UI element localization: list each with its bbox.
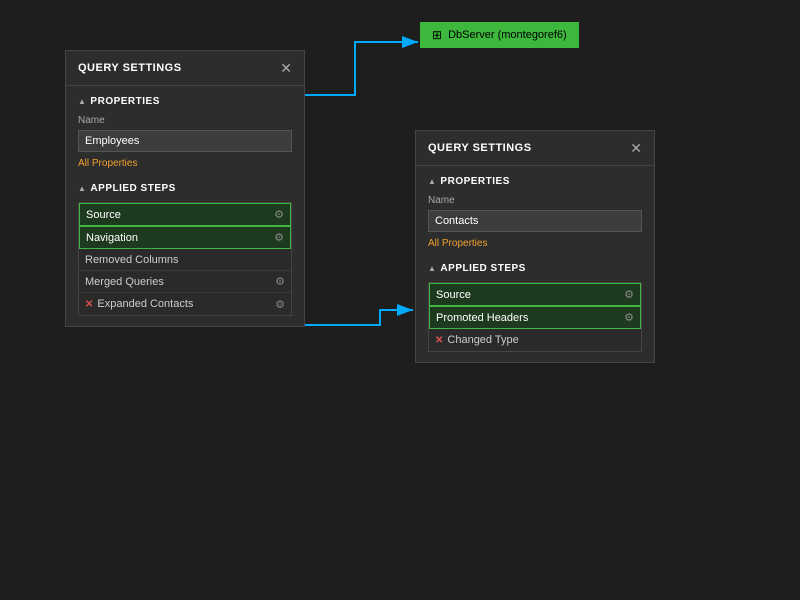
panel1-properties-header: PROPERTIES [78,96,292,107]
panel2-header: QUERY SETTINGS ✕ [416,131,654,166]
panel1-step-source[interactable]: Source ⚙ [79,203,291,226]
panel1-steps-list: Source ⚙ Navigation ⚙ Removed Columns [78,202,292,316]
panel2-step-promoted-headers-label: Promoted Headers [436,312,528,324]
panel1-name-label: Name [78,115,292,126]
panel1-title: QUERY SETTINGS [78,62,182,74]
panel1-step-source-label: Source [86,209,121,221]
panel1-header: QUERY SETTINGS ✕ [66,51,304,86]
panel1-close-button[interactable]: ✕ [280,61,292,75]
x-mark-icon: ✕ [85,299,93,310]
gear-icon[interactable]: ⚙ [624,311,634,324]
panel2-step-source-label: Source [436,289,471,301]
panel2-step-promoted-headers[interactable]: Promoted Headers ⚙ [429,306,641,329]
dbserver-label: DbServer (montegoref6) [448,29,567,41]
panel2-steps-list: Source ⚙ Promoted Headers ⚙ ✕ Changed Ty… [428,282,642,352]
gear-icon[interactable]: ⚙ [274,208,284,221]
panel1-step-expanded-contacts-label: Expanded Contacts [97,298,193,310]
panel-contacts: QUERY SETTINGS ✕ PROPERTIES Name All Pro… [415,130,655,363]
panel2-step-changed-type-label: Changed Type [447,334,518,346]
panel1-name-input[interactable] [78,130,292,152]
gear-icon[interactable]: ⚙ [624,288,634,301]
panel2-step-source[interactable]: Source ⚙ [429,283,641,306]
panel1-step-removed-columns[interactable]: Removed Columns [79,249,291,271]
gear-icon[interactable]: ⚙ [275,298,285,311]
panel1-step-merged-queries-label: Merged Queries [85,276,164,288]
panel2-applied-steps-header: APPLIED STEPS [428,263,642,274]
panel1-all-properties-link[interactable]: All Properties [78,158,292,169]
panel2-name-input[interactable] [428,210,642,232]
panel1-step-merged-queries[interactable]: Merged Queries ⚙ [79,271,291,293]
gear-icon[interactable]: ⚙ [274,231,284,244]
panel1-step-expanded-contacts[interactable]: ✕ Expanded Contacts ⚙ [79,293,291,315]
panel2-name-label: Name [428,195,642,206]
panel-employees: QUERY SETTINGS ✕ PROPERTIES Name All Pro… [65,50,305,327]
gear-icon[interactable]: ⚙ [275,275,285,288]
panel2-all-properties-link[interactable]: All Properties [428,238,642,249]
panel2-properties-header: PROPERTIES [428,176,642,187]
panel1-step-navigation[interactable]: Navigation ⚙ [79,226,291,249]
panel2-step-changed-type[interactable]: ✕ Changed Type [429,329,641,351]
x-mark-icon: ✕ [435,335,443,346]
dbserver-box: ⊞ DbServer (montegoref6) [420,22,579,48]
panel1-step-navigation-label: Navigation [86,232,138,244]
arrow-panel1-to-panel2 [305,310,413,325]
db-icon: ⊞ [432,28,442,42]
panel2-close-button[interactable]: ✕ [630,141,642,155]
panel2-title: QUERY SETTINGS [428,142,532,154]
panel1-step-removed-columns-label: Removed Columns [85,254,179,266]
panel1-applied-steps-header: APPLIED STEPS [78,183,292,194]
arrow-panel1-to-dbserver [305,42,418,95]
